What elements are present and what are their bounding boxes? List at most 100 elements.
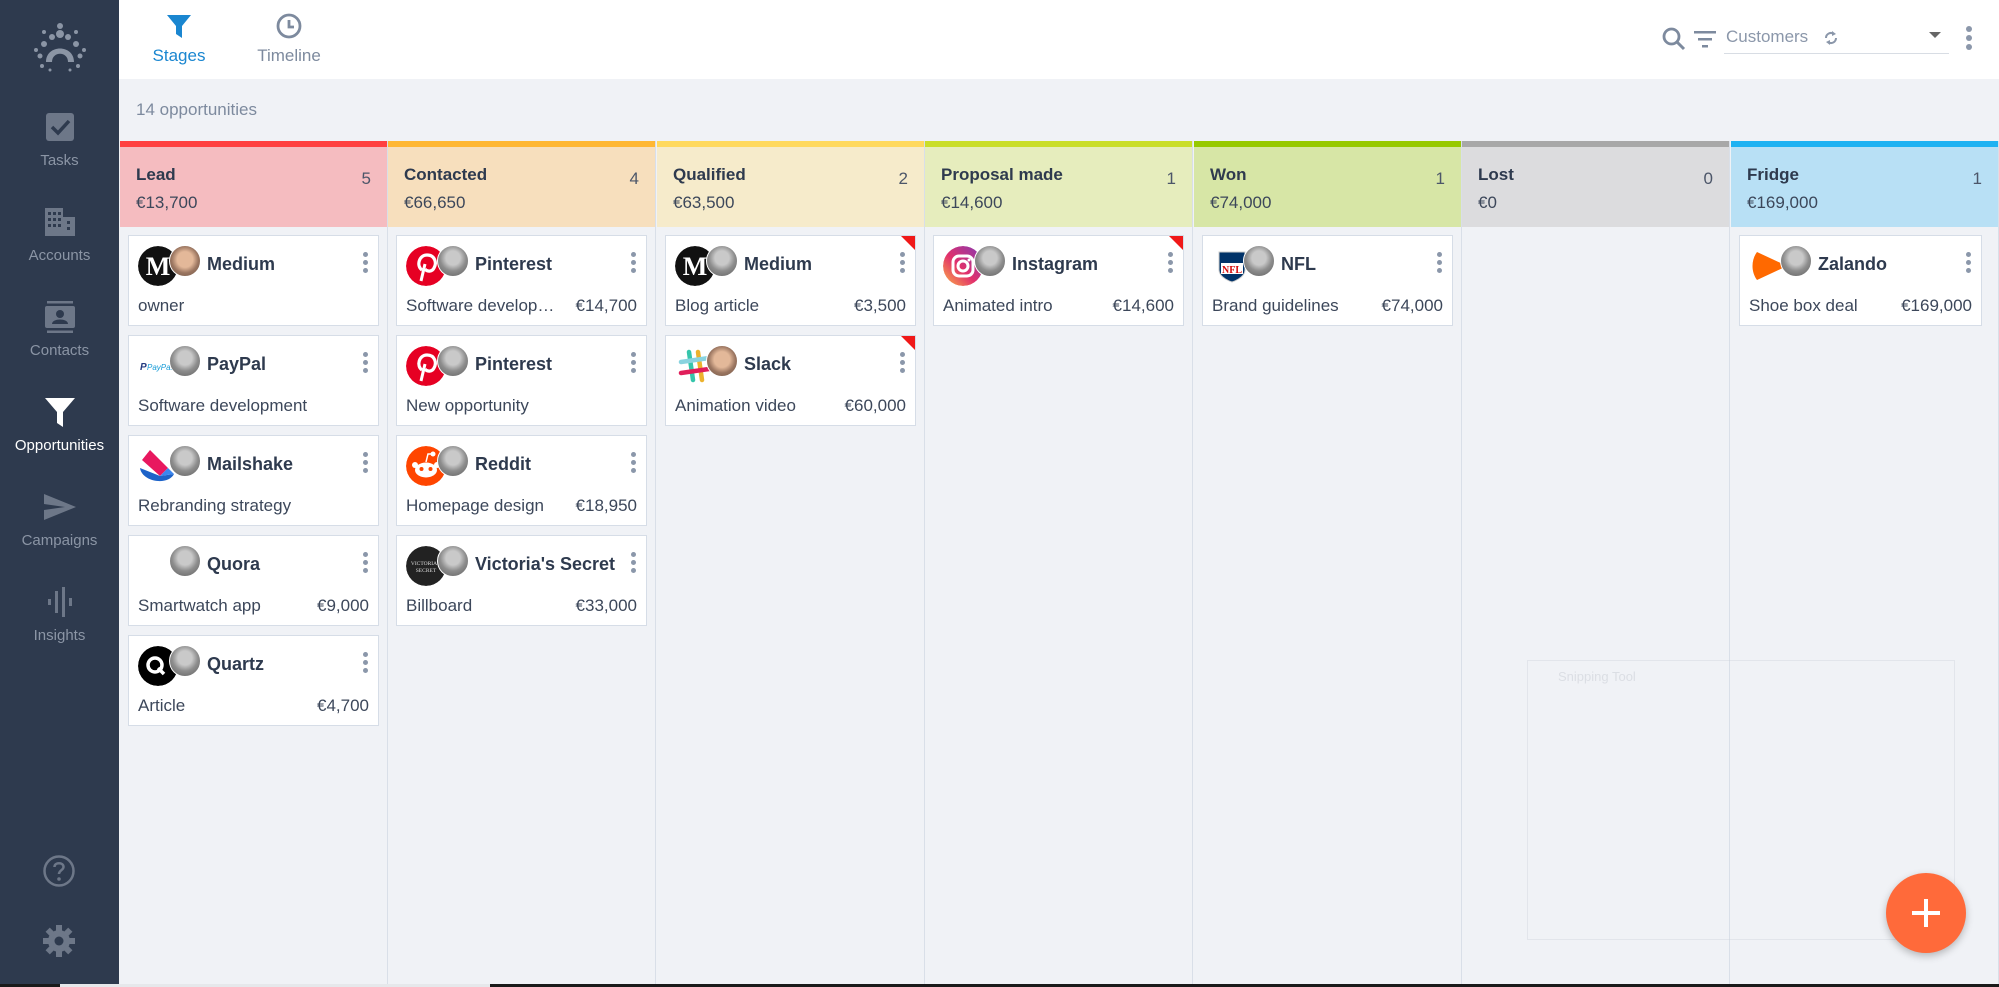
card-more-icon[interactable] bbox=[628, 252, 638, 276]
owner-avatar[interactable] bbox=[437, 545, 469, 577]
stage-total: €169,000 bbox=[1747, 193, 1818, 212]
sidebar-item-label: Campaigns bbox=[21, 532, 98, 549]
settings-gear-icon[interactable] bbox=[42, 924, 76, 958]
stage-header[interactable]: Fridge 1 €169,000 bbox=[1731, 147, 1998, 227]
opportunity-title: Rebranding strategy bbox=[138, 496, 292, 515]
opportunity-card[interactable]: NFL NFL Brand guidelines €74,000 bbox=[1202, 235, 1453, 326]
owner-avatar[interactable] bbox=[437, 345, 469, 377]
stage-header[interactable]: Qualified 2 €63,500 bbox=[657, 147, 924, 227]
card-more-icon[interactable] bbox=[360, 352, 370, 376]
company-name[interactable]: PayPal bbox=[207, 354, 266, 375]
owner-avatar[interactable] bbox=[169, 245, 201, 277]
stage-header[interactable]: Contacted 4 €66,650 bbox=[388, 147, 655, 227]
opportunity-card[interactable]: Mailshake Rebranding strategy bbox=[128, 435, 379, 526]
card-more-icon[interactable] bbox=[897, 252, 907, 276]
opportunity-card[interactable]: Pinterest Software development €14,700 bbox=[396, 235, 647, 326]
sidebar-item-tasks[interactable]: Tasks bbox=[0, 110, 119, 190]
app-logo-icon[interactable] bbox=[30, 18, 90, 74]
opportunity-card[interactable]: Quora Smartwatch app €9,000 bbox=[128, 535, 379, 626]
tab-timeline[interactable]: Timeline bbox=[251, 12, 327, 72]
search-icon[interactable] bbox=[1661, 26, 1687, 52]
company-name[interactable]: Victoria's Secret bbox=[475, 554, 615, 575]
more-options-icon[interactable] bbox=[1964, 26, 1974, 50]
company-name[interactable]: Zalando bbox=[1818, 254, 1887, 275]
owner-avatar[interactable] bbox=[974, 245, 1006, 277]
owner-avatar[interactable] bbox=[706, 345, 738, 377]
company-name[interactable]: Pinterest bbox=[475, 354, 552, 375]
stage-count: 5 bbox=[361, 169, 371, 188]
tab-label: Timeline bbox=[257, 46, 321, 65]
owner-avatar[interactable] bbox=[169, 345, 201, 377]
card-more-icon[interactable] bbox=[1165, 252, 1175, 276]
owner-avatar[interactable] bbox=[169, 445, 201, 477]
svg-text:NFL: NFL bbox=[1222, 265, 1242, 276]
filter-lines-icon[interactable] bbox=[1693, 28, 1717, 50]
svg-text:M: M bbox=[146, 252, 171, 281]
sidebar-item-contacts[interactable]: Contacts bbox=[0, 300, 119, 380]
tab-stages[interactable]: Stages bbox=[149, 12, 209, 72]
stage-header[interactable]: Lost 0 €0 bbox=[1462, 147, 1729, 227]
sidebar-item-accounts[interactable]: Accounts bbox=[0, 205, 119, 285]
sidebar-item-opportunities[interactable]: Opportunities bbox=[0, 395, 119, 475]
refresh-icon[interactable] bbox=[1822, 29, 1840, 47]
company-name[interactable]: Quartz bbox=[207, 654, 264, 675]
card-more-icon[interactable] bbox=[360, 452, 370, 476]
opportunity-card[interactable]: P PayPal PayPal Software development bbox=[128, 335, 379, 426]
stage-header[interactable]: Lead 5 €13,700 bbox=[120, 147, 387, 227]
company-name[interactable]: Reddit bbox=[475, 454, 531, 475]
card-more-icon[interactable] bbox=[628, 352, 638, 376]
owner-avatar[interactable] bbox=[1780, 245, 1812, 277]
opportunity-card[interactable]: Reddit Homepage design €18,950 bbox=[396, 435, 647, 526]
tab-label: Stages bbox=[152, 46, 206, 65]
stage-total: €63,500 bbox=[673, 193, 735, 212]
card-more-icon[interactable] bbox=[1963, 252, 1973, 276]
stage-header[interactable]: Proposal made 1 €14,600 bbox=[925, 147, 1192, 227]
owner-avatar[interactable] bbox=[1243, 245, 1275, 277]
company-name[interactable]: Pinterest bbox=[475, 254, 552, 275]
company-name[interactable]: Slack bbox=[744, 354, 791, 375]
card-more-icon[interactable] bbox=[628, 552, 638, 576]
stage-card-list: PinterestSoftware development€14,700Pint… bbox=[388, 227, 655, 626]
stage-name: Lead bbox=[136, 165, 176, 184]
add-opportunity-button[interactable] bbox=[1886, 873, 1966, 953]
opportunity-card[interactable]: Instagram Animated intro €14,600 bbox=[933, 235, 1184, 326]
opportunity-card[interactable]: M Medium owner bbox=[128, 235, 379, 326]
ghost-label: Snipping Tool bbox=[1558, 669, 1636, 684]
opportunity-title: New opportunity bbox=[406, 396, 529, 415]
card-more-icon[interactable] bbox=[628, 452, 638, 476]
company-name[interactable]: Medium bbox=[207, 254, 275, 275]
sidebar-item-campaigns[interactable]: Campaigns bbox=[0, 490, 119, 570]
company-name[interactable]: Mailshake bbox=[207, 454, 293, 475]
owner-avatar[interactable] bbox=[169, 545, 201, 577]
segment-select[interactable]: Customers bbox=[1724, 22, 1949, 54]
opportunity-card[interactable]: Slack Animation video €60,000 bbox=[665, 335, 916, 426]
opportunity-card[interactable]: Pinterest New opportunity bbox=[396, 335, 647, 426]
opportunity-card[interactable]: Quartz Article €4,700 bbox=[128, 635, 379, 726]
card-more-icon[interactable] bbox=[360, 252, 370, 276]
owner-avatar[interactable] bbox=[706, 245, 738, 277]
tasks-check-icon bbox=[45, 113, 74, 141]
svg-text:SECRET: SECRET bbox=[416, 568, 437, 574]
company-name[interactable]: NFL bbox=[1281, 254, 1316, 275]
card-more-icon[interactable] bbox=[360, 652, 370, 676]
company-name[interactable]: Medium bbox=[744, 254, 812, 275]
company-name[interactable]: Quora bbox=[207, 554, 260, 575]
stage-total: €74,000 bbox=[1210, 193, 1272, 212]
card-more-icon[interactable] bbox=[897, 352, 907, 376]
owner-avatar[interactable] bbox=[169, 645, 201, 677]
owner-avatar[interactable] bbox=[437, 445, 469, 477]
opportunity-card[interactable]: Zalando Shoe box deal €169,000 bbox=[1739, 235, 1982, 326]
sidebar-item-label: Accounts bbox=[28, 247, 91, 264]
sidebar-item-insights[interactable]: Insights bbox=[0, 585, 119, 665]
company-name[interactable]: Instagram bbox=[1012, 254, 1098, 275]
card-more-icon[interactable] bbox=[360, 552, 370, 576]
opportunity-card[interactable]: VICTORIA'S SECRET Victoria's Secret Billboa… bbox=[396, 535, 647, 626]
stage-header[interactable]: Won 1 €74,000 bbox=[1194, 147, 1461, 227]
card-more-icon[interactable] bbox=[1434, 252, 1444, 276]
help-icon[interactable] bbox=[42, 854, 76, 888]
opportunity-card[interactable]: M Medium Blog article €3,500 bbox=[665, 235, 916, 326]
owner-avatar[interactable] bbox=[437, 245, 469, 277]
opportunity-title: Shoe box deal bbox=[1749, 296, 1858, 315]
toolbar-right: Customers bbox=[1639, 20, 1999, 56]
svg-text:M: M bbox=[683, 252, 708, 281]
